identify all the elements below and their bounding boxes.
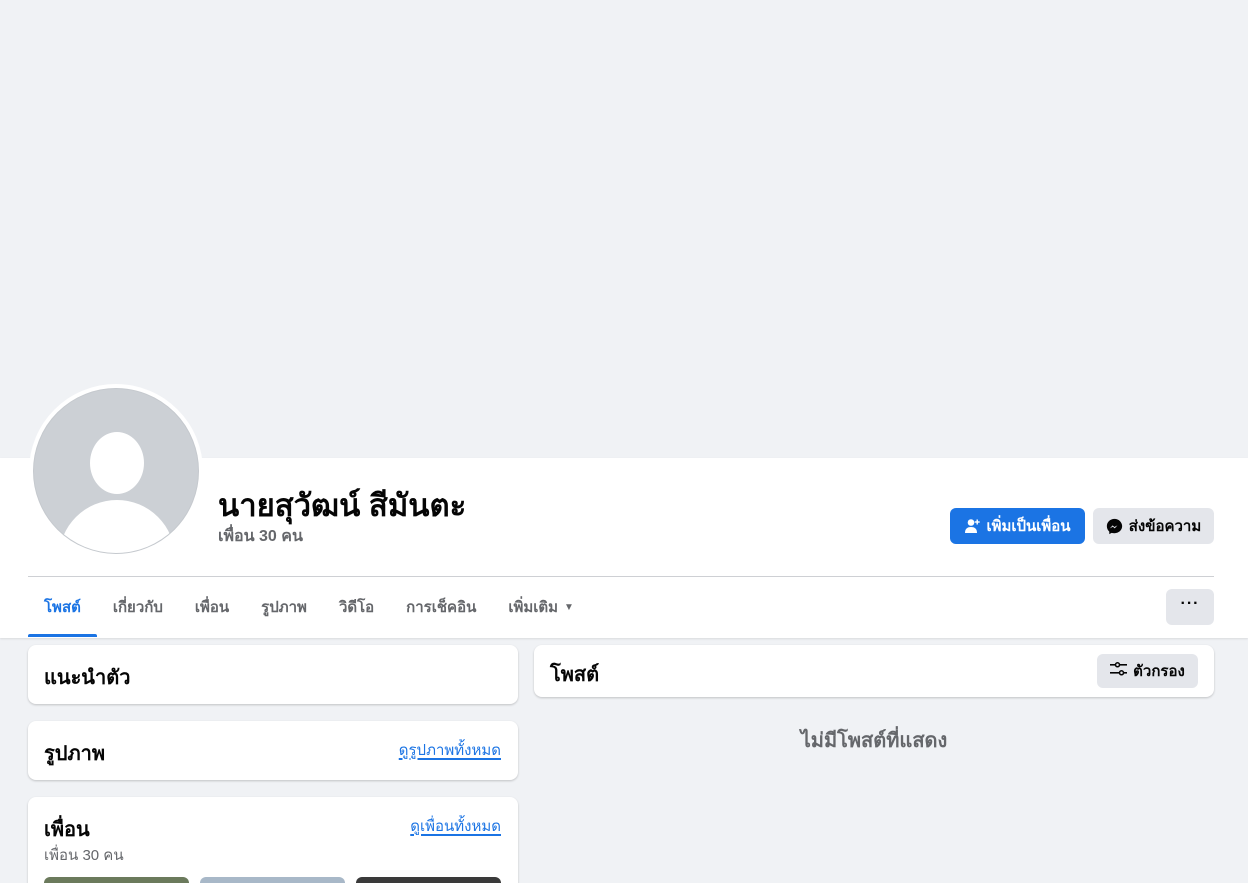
- see-all-photos-link[interactable]: ดูรูปภาพทั้งหมด: [399, 738, 501, 762]
- profile-friend-count[interactable]: เพื่อน 30 คน: [218, 524, 303, 549]
- filter-label: ตัวกรอง: [1133, 663, 1185, 680]
- tab-videos[interactable]: วิดีโอ: [323, 577, 390, 637]
- friends-card: เพื่อน ดูเพื่อนทั้งหมด เพื่อน 30 คน: [28, 797, 518, 883]
- tab-posts[interactable]: โพสต์: [28, 577, 97, 637]
- friend-thumbnail[interactable]: [44, 877, 189, 883]
- tab-more[interactable]: เพิ่มเติม ▼: [492, 577, 590, 637]
- filter-button[interactable]: ตัวกรอง: [1097, 654, 1198, 688]
- no-posts-message: ไม่มีโพสต์ที่แสดง: [800, 730, 948, 752]
- messenger-icon: [1106, 518, 1123, 535]
- add-friend-button[interactable]: เพิ่มเป็นเพื่อน: [950, 508, 1085, 544]
- cover-photo-area: [0, 0, 1248, 458]
- tab-label: เพื่อน: [194, 599, 230, 616]
- message-button[interactable]: ส่งข้อความ: [1093, 508, 1214, 544]
- tab-label: เกี่ยวกับ: [112, 599, 163, 616]
- friends-title[interactable]: เพื่อน: [44, 813, 90, 845]
- profile-name: นายสุวัฒน์ สีมันตะ: [218, 488, 467, 523]
- tab-photos[interactable]: รูปภาพ: [245, 577, 323, 637]
- tab-label: รูปภาพ: [261, 599, 307, 616]
- tab-about[interactable]: เกี่ยวกับ: [97, 577, 179, 637]
- photos-title[interactable]: รูปภาพ: [44, 737, 105, 769]
- tab-checkins[interactable]: การเช็คอิน: [390, 577, 492, 637]
- caret-down-icon: ▼: [564, 601, 574, 613]
- friends-thumbnails: [44, 877, 501, 883]
- avatar-placeholder-head: [90, 432, 144, 494]
- friend-thumbnail[interactable]: [200, 877, 345, 883]
- cover-photo[interactable]: [0, 0, 1246, 458]
- avatar[interactable]: [33, 388, 199, 554]
- tab-label: วิดีโอ: [338, 599, 375, 616]
- ellipsis-icon: ···: [1180, 595, 1200, 612]
- tab-label: โพสต์: [44, 599, 81, 616]
- intro-title: แนะนำตัว: [44, 667, 131, 689]
- profile-tabs: โพสต์ เกี่ยวกับ เพื่อน รูปภาพ วิดีโอ การ…: [28, 577, 590, 637]
- see-all-friends-link[interactable]: ดูเพื่อนทั้งหมด: [410, 814, 501, 838]
- add-friend-label: เพิ่มเป็นเพื่อน: [986, 518, 1071, 535]
- tab-label: เพิ่มเติม: [508, 599, 559, 616]
- filter-sliders-icon: [1110, 662, 1128, 680]
- posts-card: โพสต์ ตัวกรอง: [534, 645, 1214, 697]
- add-friend-icon: [964, 518, 981, 534]
- friends-count: เพื่อน 30 คน: [44, 847, 124, 864]
- tab-label: การเช็คอิน: [406, 599, 477, 616]
- avatar-placeholder-body: [59, 500, 175, 553]
- message-label: ส่งข้อความ: [1128, 518, 1202, 535]
- tab-friends[interactable]: เพื่อน: [179, 577, 245, 637]
- posts-title: โพสต์: [550, 664, 600, 686]
- intro-card: แนะนำตัว: [28, 645, 518, 704]
- photos-card: รูปภาพ ดูรูปภาพทั้งหมด: [28, 721, 518, 780]
- more-options-button[interactable]: ···: [1166, 589, 1214, 625]
- friend-thumbnail[interactable]: [356, 877, 501, 883]
